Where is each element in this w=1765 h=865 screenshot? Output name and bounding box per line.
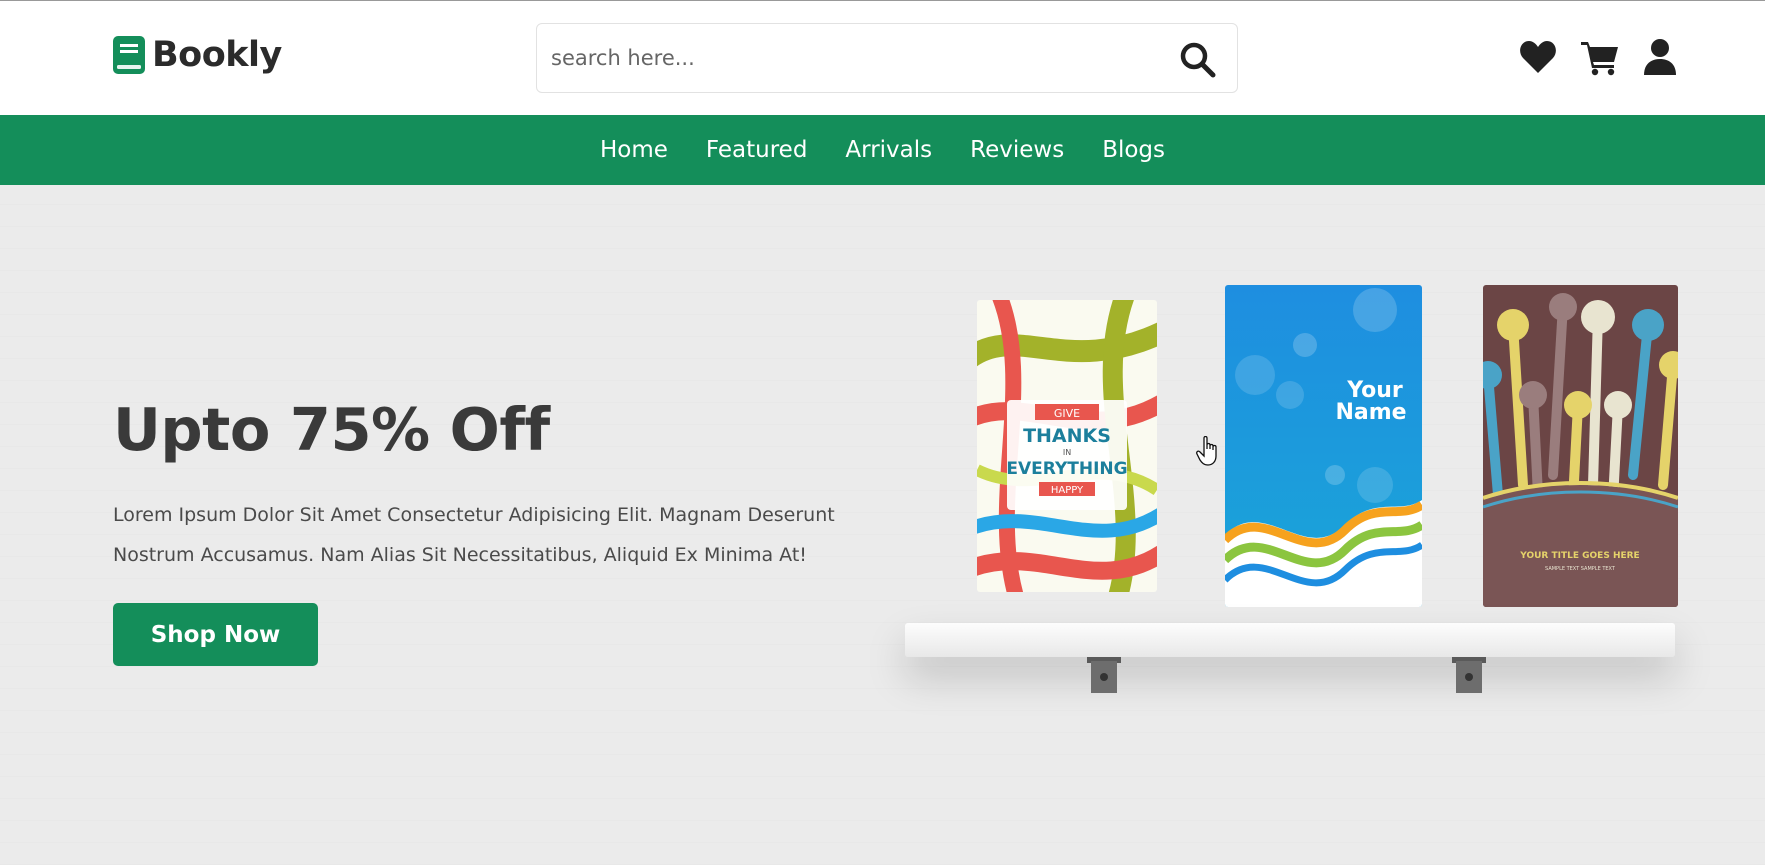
hero-section: Upto 75% Off Lorem Ipsum Dolor Sit Amet … <box>0 185 1765 865</box>
search-box <box>536 23 1238 93</box>
nav-bar: Home Featured Arrivals Reviews Blogs <box>0 115 1765 185</box>
nav-featured[interactable]: Featured <box>687 115 827 185</box>
nav-home[interactable]: Home <box>581 115 687 185</box>
shelf-bracket-right <box>1452 657 1486 693</box>
hero-title: Upto 75% Off <box>113 395 550 464</box>
nav-blogs[interactable]: Blogs <box>1083 115 1184 185</box>
nav-arrivals[interactable]: Arrivals <box>826 115 951 185</box>
shop-now-button[interactable]: Shop Now <box>113 603 318 666</box>
hero-description: Lorem Ipsum Dolor Sit Amet Consectetur A… <box>113 504 835 566</box>
logo-link[interactable]: Bookly <box>113 35 282 75</box>
cart-icon[interactable] <box>1580 37 1620 77</box>
logo-text: Bookly <box>152 35 282 75</box>
book-3-line-1: YOUR TITLE GOES HERE <box>1519 551 1639 561</box>
book-1-line-1: GIVE <box>1054 407 1080 420</box>
site-header: Bookly <box>0 0 1765 115</box>
book-icon <box>113 36 145 74</box>
heart-icon[interactable] <box>1518 37 1558 77</box>
shelf-bracket-left <box>1087 657 1121 693</box>
book-1-line-4: EVERYTHING <box>1006 459 1127 479</box>
search-input[interactable] <box>551 38 1151 78</box>
book-cover-thanks[interactable]: GIVE THANKS IN EVERYTHING HAPPY <box>977 300 1157 592</box>
book-1-line-5: HAPPY <box>1051 485 1084 496</box>
book-cover-your-name[interactable]: Your Name <box>1225 285 1422 607</box>
book-cover-hands[interactable]: YOUR TITLE GOES HERE SAMPLE TEXT SAMPLE … <box>1483 285 1678 607</box>
hand-pointer-icon <box>1196 436 1217 466</box>
main-nav: Home Featured Arrivals Reviews Blogs <box>0 115 1765 185</box>
user-icon[interactable] <box>1640 37 1680 77</box>
book-1-line-2: THANKS <box>1023 425 1111 447</box>
book-3-line-2: SAMPLE TEXT SAMPLE TEXT <box>1545 566 1616 572</box>
shelf-board <box>905 623 1675 657</box>
search-icon[interactable] <box>1179 41 1217 79</box>
book-2-line-2: Name <box>1335 400 1406 425</box>
book-shelf: GIVE THANKS IN EVERYTHING HAPPY Your Nam… <box>905 265 1678 693</box>
book-1-line-3: IN <box>1063 448 1071 457</box>
nav-reviews[interactable]: Reviews <box>951 115 1083 185</box>
